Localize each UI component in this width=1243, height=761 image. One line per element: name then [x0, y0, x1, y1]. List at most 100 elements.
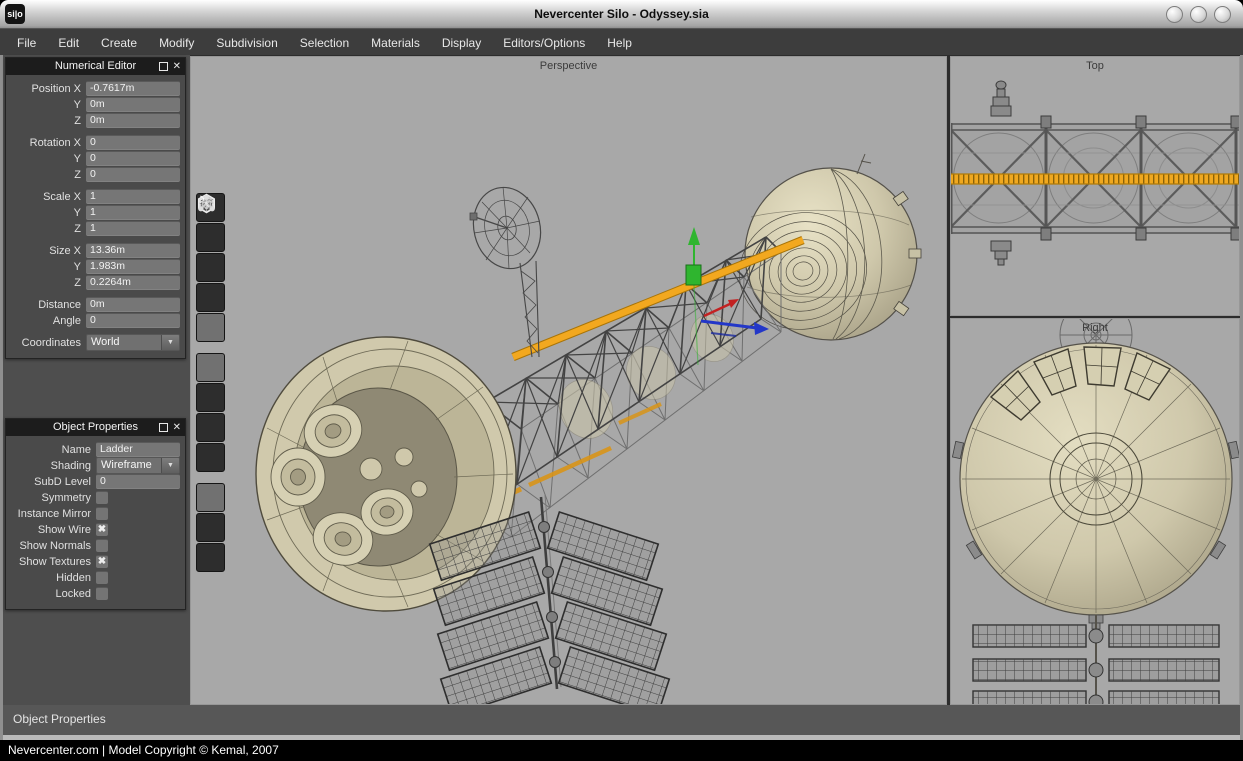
- field-row-angle: Angle0: [9, 313, 180, 328]
- top-view-ladder[interactable]: [951, 174, 1240, 184]
- right-view-solar-array: [973, 615, 1219, 704]
- panel-close-icon[interactable]: ✕: [173, 62, 181, 72]
- menu-edit[interactable]: Edit: [47, 36, 90, 50]
- subd-level-field[interactable]: 0: [96, 474, 180, 489]
- main-area: Numerical Editor ✕ Position X-0.7617m Y0…: [0, 55, 1243, 740]
- menu-bar: File Edit Create Modify Subdivision Sele…: [0, 29, 1243, 57]
- scale-tool-button[interactable]: [196, 413, 225, 442]
- menu-editors-options[interactable]: Editors/Options: [492, 36, 596, 50]
- numerical-editor-title: Numerical Editor: [55, 60, 136, 72]
- menu-help[interactable]: Help: [596, 36, 643, 50]
- field-row-position-x: Position X-0.7617m: [9, 81, 180, 96]
- panel-collapse-icon[interactable]: [159, 62, 168, 71]
- field-row-rotation-x: Rotation X0: [9, 135, 180, 150]
- numerical-editor-titlebar[interactable]: Numerical Editor ✕: [6, 58, 185, 75]
- scale-y-field[interactable]: 1: [86, 205, 180, 220]
- paint-select-button[interactable]: [196, 483, 225, 512]
- field-row-name: NameLadder: [9, 442, 180, 457]
- spacecraft-wireframe-scene: [191, 57, 947, 705]
- rotation-z-field[interactable]: 0: [86, 167, 180, 182]
- size-y-field[interactable]: 1.983m: [86, 259, 180, 274]
- view-area: Numerical Editor ✕ Position X-0.7617m Y0…: [3, 55, 1240, 705]
- rotate-tool-button[interactable]: [196, 383, 225, 412]
- distance-field[interactable]: 0m: [86, 297, 180, 312]
- application-window: si|o Nevercenter Silo - Odyssey.sia File…: [0, 0, 1243, 761]
- silo-app-icon: si|o: [5, 4, 25, 24]
- field-row-shading: Shading Wireframe ▼: [9, 458, 180, 473]
- size-x-field[interactable]: 13.36m: [86, 243, 180, 258]
- right-viewport[interactable]: Right: [950, 318, 1240, 705]
- face-mode-button[interactable]: [196, 253, 225, 282]
- perspective-viewport-label: Perspective: [191, 60, 946, 72]
- position-x-field[interactable]: -0.7617m: [86, 81, 180, 96]
- rect-select-button[interactable]: [196, 513, 225, 542]
- top-viewport[interactable]: Top: [950, 56, 1240, 316]
- shading-dropdown[interactable]: Wireframe ▼: [96, 457, 180, 474]
- top-view-scene: [951, 57, 1240, 315]
- chevron-down-icon[interactable]: ▼: [161, 458, 179, 473]
- multi-mode-button[interactable]: [196, 283, 225, 312]
- menu-file[interactable]: File: [6, 36, 47, 50]
- position-z-field[interactable]: 0m: [86, 113, 180, 128]
- checkbox-row-locked: Locked: [9, 586, 180, 601]
- instance-mirror-checkbox[interactable]: [96, 507, 108, 520]
- viewport-toolbar: [196, 193, 225, 583]
- field-row-scale-y: Y1: [9, 205, 180, 220]
- truss-back: [476, 252, 781, 537]
- universal-manipulator-button[interactable]: [196, 443, 225, 472]
- show-normals-checkbox[interactable]: [96, 539, 108, 552]
- menu-modify[interactable]: Modify: [148, 36, 205, 50]
- angle-field[interactable]: 0: [86, 313, 180, 328]
- title-bar[interactable]: si|o Nevercenter Silo - Odyssey.sia: [0, 0, 1243, 29]
- maximize-button[interactable]: [1190, 6, 1207, 23]
- status-bar: Object Properties: [3, 705, 1240, 740]
- object-properties-panel: Object Properties ✕ NameLadder Shading W…: [5, 418, 186, 610]
- menu-selection[interactable]: Selection: [289, 36, 360, 50]
- position-y-field[interactable]: 0m: [86, 97, 180, 112]
- field-row-position-z: Z0m: [9, 113, 180, 128]
- checkbox-row-symmetry: Symmetry: [9, 490, 180, 505]
- checkbox-row-show-textures: Show Textures✖: [9, 554, 180, 569]
- locked-checkbox[interactable]: [96, 587, 108, 600]
- checkbox-row-instance-mirror: Instance Mirror: [9, 506, 180, 521]
- minimize-button[interactable]: [1166, 6, 1183, 23]
- field-row-size-y: Y1.983m: [9, 259, 180, 274]
- window-controls: [1166, 6, 1231, 23]
- object-properties-title: Object Properties: [53, 421, 138, 433]
- scale-x-field[interactable]: 1: [86, 189, 180, 204]
- panel-close-icon[interactable]: ✕: [173, 423, 181, 433]
- lasso-select-button[interactable]: [196, 543, 225, 572]
- field-row-size-z: Z0.2264m: [9, 275, 180, 290]
- top-viewport-label: Top: [951, 60, 1239, 72]
- panel-collapse-icon[interactable]: [159, 423, 168, 432]
- size-z-field[interactable]: 0.2264m: [86, 275, 180, 290]
- menu-create[interactable]: Create: [90, 36, 148, 50]
- move-tool-button[interactable]: [196, 353, 225, 382]
- hidden-checkbox[interactable]: [96, 571, 108, 584]
- menu-materials[interactable]: Materials: [360, 36, 431, 50]
- object-mode-button[interactable]: [196, 313, 225, 342]
- close-button[interactable]: [1214, 6, 1231, 23]
- field-row-rotation-z: Z0: [9, 167, 180, 182]
- rotation-y-field[interactable]: 0: [86, 151, 180, 166]
- menu-display[interactable]: Display: [431, 36, 492, 50]
- show-wire-checkbox[interactable]: ✖: [96, 523, 108, 536]
- numerical-editor-panel: Numerical Editor ✕ Position X-0.7617m Y0…: [5, 57, 186, 359]
- rotation-x-field[interactable]: 0: [86, 135, 180, 150]
- field-row-scale-x: Scale X1: [9, 189, 180, 204]
- field-row-rotation-y: Y0: [9, 151, 180, 166]
- status-text: Object Properties: [13, 712, 106, 726]
- edge-mode-button[interactable]: [196, 223, 225, 252]
- coordinates-dropdown[interactable]: World ▼: [86, 334, 180, 351]
- perspective-viewport[interactable]: Perspective: [190, 56, 947, 705]
- menu-subdivision[interactable]: Subdivision: [205, 36, 288, 50]
- symmetry-checkbox[interactable]: [96, 491, 108, 504]
- show-textures-checkbox[interactable]: ✖: [96, 555, 108, 568]
- field-row-size-x: Size X13.36m: [9, 243, 180, 258]
- field-row-distance: Distance0m: [9, 297, 180, 312]
- field-row-position-y: Y0m: [9, 97, 180, 112]
- scale-z-field[interactable]: 1: [86, 221, 180, 236]
- object-properties-titlebar[interactable]: Object Properties ✕: [6, 419, 185, 436]
- chevron-down-icon[interactable]: ▼: [161, 335, 179, 350]
- name-field[interactable]: Ladder: [96, 442, 180, 457]
